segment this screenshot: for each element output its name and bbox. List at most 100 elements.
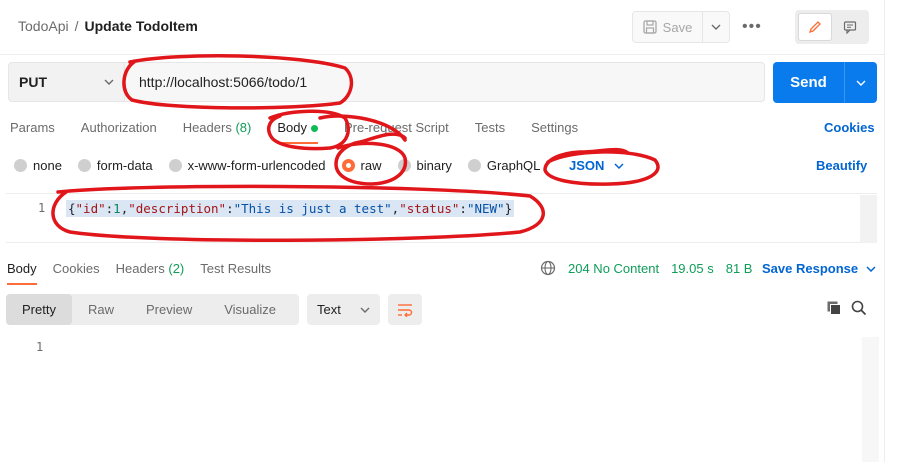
code-token: 1 bbox=[113, 201, 121, 216]
comment-icon bbox=[844, 21, 857, 34]
send-dropdown-button[interactable] bbox=[845, 62, 877, 103]
tab-label: Cookies bbox=[52, 261, 100, 276]
chevron-down-icon bbox=[614, 162, 624, 169]
save-dropdown-button[interactable] bbox=[703, 12, 729, 42]
radio-binary[interactable]: binary bbox=[397, 158, 452, 173]
tab-response-body[interactable]: Body bbox=[7, 261, 37, 285]
tab-body[interactable]: Body bbox=[277, 120, 318, 144]
send-button[interactable]: Send bbox=[773, 62, 845, 103]
edit-view-button[interactable] bbox=[798, 13, 832, 41]
response-line-number: 1 bbox=[36, 340, 44, 354]
tab-tests[interactable]: Tests bbox=[475, 120, 505, 135]
body-type-radios: none form-data x-www-form-urlencoded raw… bbox=[14, 158, 556, 173]
radio-none[interactable]: none bbox=[14, 158, 62, 173]
response-scrollbar[interactable] bbox=[862, 337, 879, 462]
response-language-select[interactable]: Text bbox=[307, 294, 380, 325]
tab-pre-request-script[interactable]: Pre-request Script bbox=[344, 120, 449, 135]
breadcrumb-separator: / bbox=[74, 18, 79, 34]
chevron-down-icon bbox=[360, 307, 370, 313]
request-title[interactable]: Update TodoItem bbox=[84, 18, 197, 34]
radio-label: binary bbox=[416, 158, 452, 173]
tab-label: Headers bbox=[115, 261, 165, 276]
body-format-select[interactable]: JSON bbox=[569, 158, 624, 173]
response-status[interactable]: 204 No Content bbox=[568, 261, 659, 276]
code-token: } bbox=[504, 201, 513, 216]
save-button[interactable]: Save bbox=[633, 12, 703, 42]
url-input[interactable]: http://localhost:5066/todo/1 bbox=[124, 62, 765, 102]
breadcrumb: TodoApi / Update TodoItem bbox=[18, 18, 198, 34]
radio-x-www-form-urlencoded[interactable]: x-www-form-urlencoded bbox=[168, 158, 326, 173]
tab-count: (2) bbox=[168, 261, 185, 276]
response-time[interactable]: 19.05 s bbox=[671, 261, 714, 276]
chevron-down-icon bbox=[856, 80, 866, 86]
tab-count: (8) bbox=[235, 120, 252, 135]
tab-response-headers[interactable]: Headers (2) bbox=[116, 261, 185, 276]
radio-circle bbox=[14, 159, 27, 172]
breadcrumb-collection[interactable]: TodoApi bbox=[18, 18, 69, 34]
language-label: Text bbox=[317, 302, 341, 317]
radio-label: none bbox=[33, 158, 62, 173]
globe-icon[interactable] bbox=[540, 260, 556, 276]
format-tab-pretty[interactable]: Pretty bbox=[6, 294, 72, 325]
radio-graphql[interactable]: GraphQL bbox=[467, 158, 540, 173]
search-icon[interactable] bbox=[851, 300, 867, 319]
tab-test-results[interactable]: Test Results bbox=[200, 261, 271, 276]
response-meta: 204 No Content 19.05 s 81 B bbox=[540, 260, 752, 276]
chevron-down-icon bbox=[104, 79, 114, 85]
tab-label: Headers bbox=[182, 120, 232, 135]
code-token: "id" bbox=[75, 201, 106, 216]
radio-circle bbox=[77, 159, 91, 172]
header-divider bbox=[0, 54, 903, 55]
chevron-down-icon bbox=[866, 265, 876, 272]
request-body-editor[interactable]: 1 {"id":1,"description":"This is just a … bbox=[6, 193, 877, 243]
tab-response-cookies[interactable]: Cookies bbox=[53, 261, 100, 276]
tab-label: Body bbox=[7, 261, 37, 276]
response-size[interactable]: 81 B bbox=[726, 261, 753, 276]
format-tab-raw[interactable]: Raw bbox=[72, 294, 130, 325]
beautify-link[interactable]: Beautify bbox=[816, 158, 867, 173]
response-tabs: Body Cookies Headers (2) Test Results bbox=[7, 261, 287, 285]
tab-label: Pre-request Script bbox=[343, 120, 449, 135]
cookies-link[interactable]: Cookies bbox=[824, 120, 875, 135]
code-token: "description" bbox=[128, 201, 227, 216]
send-button-group: Send bbox=[773, 62, 877, 103]
code-token: : bbox=[226, 201, 234, 216]
save-icon bbox=[643, 20, 657, 34]
pencil-icon bbox=[808, 21, 821, 34]
tab-settings[interactable]: Settings bbox=[531, 120, 578, 135]
save-response-label: Save Response bbox=[762, 261, 859, 276]
tab-label: Tests bbox=[474, 120, 506, 135]
comments-view-button[interactable] bbox=[835, 13, 867, 41]
wrap-lines-button[interactable] bbox=[388, 294, 422, 325]
radio-circle bbox=[467, 159, 481, 172]
save-label: Save bbox=[662, 19, 693, 35]
tab-authorization[interactable]: Authorization bbox=[81, 120, 157, 135]
format-tab-visualize[interactable]: Visualize bbox=[208, 294, 292, 325]
method-select[interactable]: PUT bbox=[8, 62, 124, 102]
radio-raw[interactable]: raw bbox=[341, 158, 382, 173]
more-options-button[interactable]: ••• bbox=[742, 18, 762, 36]
wrap-lines-icon bbox=[398, 303, 413, 317]
radio-circle bbox=[168, 159, 182, 172]
radio-label: raw bbox=[360, 158, 382, 173]
code-line[interactable]: {"id":1,"description":"This is just a te… bbox=[66, 200, 515, 217]
tab-headers[interactable]: Headers (8) bbox=[183, 120, 252, 135]
method-label: PUT bbox=[19, 74, 47, 90]
copy-icon[interactable] bbox=[826, 300, 842, 319]
code-token: { bbox=[68, 201, 76, 216]
radio-form-data[interactable]: form-data bbox=[77, 158, 153, 173]
tab-label: Body bbox=[277, 120, 307, 135]
tab-label: Authorization bbox=[80, 120, 157, 135]
tab-label: Params bbox=[10, 120, 55, 135]
format-tab-preview[interactable]: Preview bbox=[130, 294, 208, 325]
tab-label: Test Results bbox=[200, 261, 272, 276]
code-token: : bbox=[459, 201, 467, 216]
chevron-down-icon bbox=[711, 24, 721, 30]
radio-label: form-data bbox=[96, 158, 153, 173]
save-response-button[interactable]: Save Response bbox=[762, 261, 876, 276]
right-side-panel bbox=[884, 0, 903, 462]
editor-scrollbar[interactable] bbox=[860, 195, 877, 243]
tab-params[interactable]: Params bbox=[10, 120, 55, 135]
radio-circle bbox=[397, 159, 411, 172]
save-button-group: Save bbox=[632, 11, 730, 43]
